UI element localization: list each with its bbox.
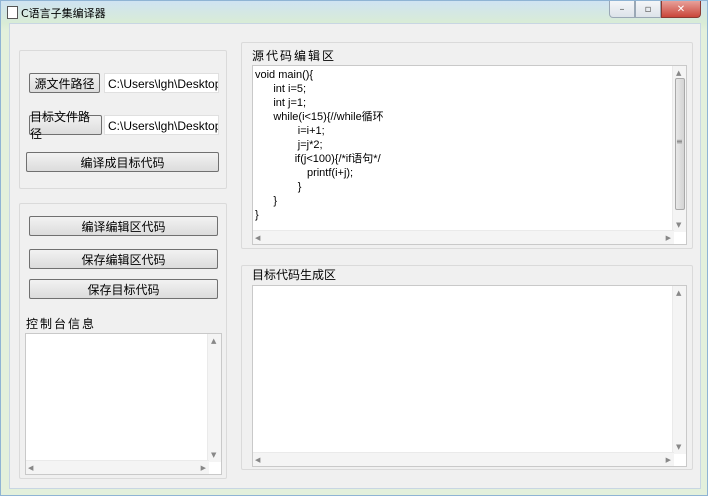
editor-vscroll[interactable]: ▲ ≡ ▼ [672,66,686,232]
console-label: 控制台信息 [26,317,97,331]
scroll-down-icon[interactable]: ▼ [676,221,681,229]
scroll-up-icon[interactable]: ▲ [676,69,681,77]
source-code: void main(){ int i=5; int j=1; while(i<1… [255,69,384,221]
scroll-right-icon[interactable]: ▶ [666,456,671,464]
source-path-field[interactable]: C:\Users\lgh\Desktop [104,73,219,93]
maximize-button[interactable]: ▫ [635,1,661,18]
scroll-down-icon[interactable]: ▼ [676,443,681,451]
scroll-left-icon[interactable]: ◀ [255,456,260,464]
compile-to-target-button[interactable]: 编译成目标代码 [26,152,219,172]
editor-group: 源代码编辑区 void main(){ int i=5; int j=1; wh… [241,42,693,249]
window-title: C语言子集编译器 [21,7,106,20]
path-group: 源文件路径 C:\Users\lgh\Desktop 目标文件路径 C:\Use… [19,50,227,189]
editor-hscroll[interactable]: ◀ ▶ [253,230,674,244]
compile-editor-button[interactable]: 编译编辑区代码 [29,216,218,236]
save-target-button[interactable]: 保存目标代码 [29,279,218,299]
editor-label: 源代码编辑区 [252,49,337,63]
scroll-right-icon[interactable]: ▶ [201,464,206,472]
title-bar[interactable]: C语言子集编译器 – ▫ ✕ [1,1,707,23]
action-group: 编译编辑区代码 保存编辑区代码 保存目标代码 控制台信息 ▲ ▼ ◀ ▶ [19,203,227,479]
source-code-editor[interactable]: void main(){ int i=5; int j=1; while(i<1… [252,65,687,245]
editor-scroll-thumb[interactable]: ≡ [675,78,685,210]
output-label: 目标代码生成区 [252,268,337,282]
thumb-grip-icon: ≡ [676,137,683,146]
client-area: 源文件路径 C:\Users\lgh\Desktop 目标文件路径 C:\Use… [9,23,701,489]
console-hscroll[interactable]: ◀ ▶ [26,460,209,474]
scroll-left-icon[interactable]: ◀ [28,464,33,472]
scroll-up-icon[interactable]: ▲ [676,289,681,297]
output-group: 目标代码生成区 ▲ ▼ ◀ ▶ [241,265,693,470]
source-path-button[interactable]: 源文件路径 [29,73,100,93]
app-icon [7,6,18,19]
console-vscroll[interactable]: ▲ ▼ [207,334,221,462]
scroll-left-icon[interactable]: ◀ [255,234,260,242]
scroll-up-icon[interactable]: ▲ [211,337,216,345]
close-button[interactable]: ✕ [661,1,701,18]
output-hscroll[interactable]: ◀ ▶ [253,452,674,466]
scroll-down-icon[interactable]: ▼ [211,451,216,459]
minimize-button[interactable]: – [609,1,635,18]
output-vscroll[interactable]: ▲ ▼ [672,286,686,454]
target-path-field[interactable]: C:\Users\lgh\Desktop [104,115,219,135]
app-window: C语言子集编译器 – ▫ ✕ 源文件路径 C:\Users\lgh\Deskto… [0,0,708,496]
save-editor-button[interactable]: 保存编辑区代码 [29,249,218,269]
console-output[interactable]: ▲ ▼ ◀ ▶ [25,333,222,475]
target-code-output[interactable]: ▲ ▼ ◀ ▶ [252,285,687,467]
scroll-right-icon[interactable]: ▶ [666,234,671,242]
target-path-button[interactable]: 目标文件路径 [29,110,102,141]
